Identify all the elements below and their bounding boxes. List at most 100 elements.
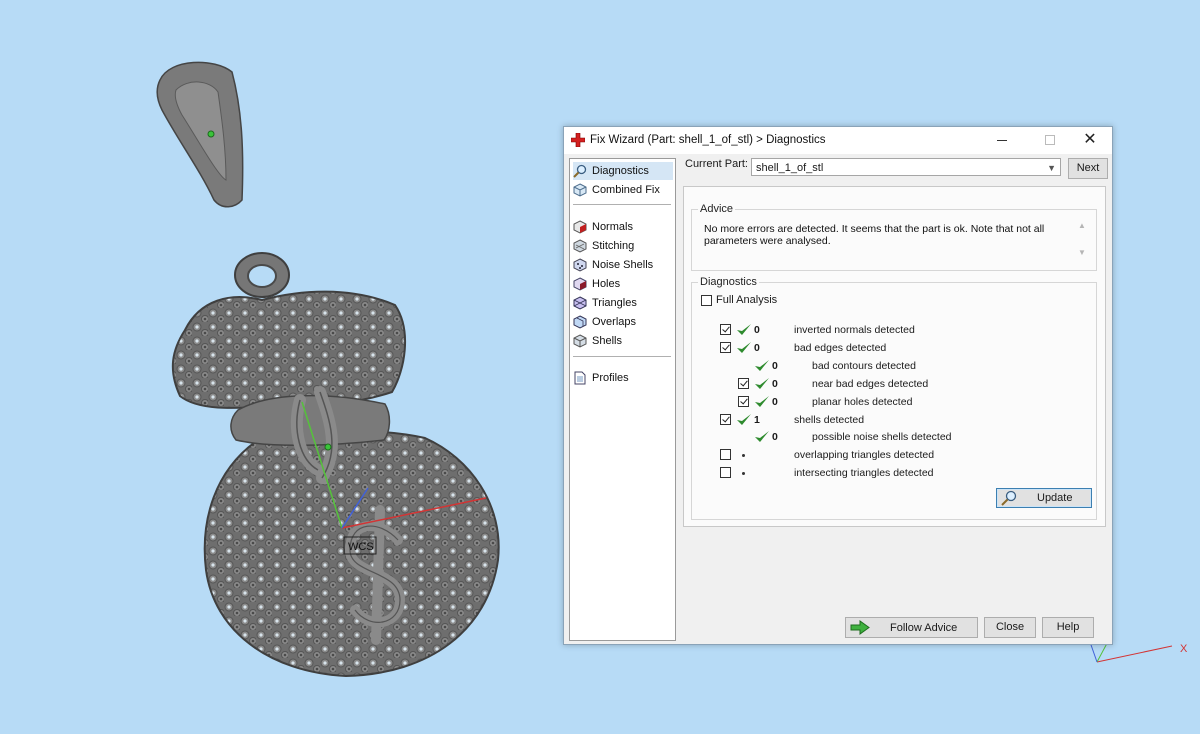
not-analysed-dot: [742, 472, 745, 476]
noise-shells-icon: [573, 258, 587, 272]
diagnostic-count: 1: [754, 413, 760, 426]
nav-item-overlaps[interactable]: Overlaps: [573, 313, 673, 331]
diagnostics-group: Diagnostics Full Analysis 0 inverted norm…: [691, 276, 1097, 520]
diagnostic-label: bad contours detected: [812, 359, 916, 372]
diagnostic-label: shells detected: [794, 413, 865, 426]
diagnostic-checkbox[interactable]: [720, 324, 731, 335]
bail-model[interactable]: [156, 61, 244, 208]
fix-wizard-dialog: Fix Wizard (Part: shell_1_of_stl) > Diag…: [563, 126, 1113, 645]
scroll-down-icon: ▼: [1078, 248, 1086, 257]
full-analysis-checkbox[interactable]: [701, 294, 712, 306]
green-check-icon: [737, 413, 751, 425]
dialog-title: Fix Wizard (Part: shell_1_of_stl) > Diag…: [590, 134, 826, 146]
nav-item-normals[interactable]: Normals: [573, 218, 673, 236]
nav-item-combined-fix[interactable]: Combined Fix: [573, 181, 673, 199]
holes-icon: [573, 277, 587, 291]
advice-textbox[interactable]: No more errors are detected. It seems th…: [696, 219, 1090, 264]
diagnostic-count: 0: [772, 431, 778, 444]
green-check-icon: [755, 359, 769, 371]
advice-scrollbar[interactable]: ▲ ▼: [1076, 221, 1088, 263]
diagnostic-checkbox[interactable]: [720, 341, 731, 353]
diagnostic-label: near bad edges detected: [812, 377, 929, 390]
diagnostic-label: intersecting triangles detected: [794, 467, 934, 480]
advice-title: Advice: [698, 203, 736, 215]
diagnostics-title: Diagnostics: [698, 276, 759, 288]
diagnostic-row: 0 inverted normals detected: [692, 322, 1092, 338]
green-check-icon: [755, 431, 769, 443]
follow-advice-label: Follow Advice: [890, 622, 958, 634]
diagnostic-count: 0: [754, 324, 760, 336]
diagnostic-count: 0: [772, 395, 778, 408]
wizard-nav: Diagnostics Combined Fix Normals Stitchi…: [569, 158, 676, 641]
close-button[interactable]: Close: [984, 617, 1036, 638]
nav-item-stitching[interactable]: Stitching: [573, 237, 673, 255]
current-part-value: shell_1_of_stl: [756, 162, 824, 174]
diagnostic-count: 0: [754, 341, 760, 354]
shells-icon: [573, 334, 587, 348]
close-window-button[interactable]: ✕: [1070, 130, 1110, 150]
document-icon: [574, 371, 586, 385]
nav-item-shells[interactable]: Shells: [573, 332, 673, 350]
diagnostic-row: 0 bad edges detected: [692, 340, 1092, 356]
nav-separator: [573, 356, 671, 357]
follow-advice-button[interactable]: Follow Advice: [845, 617, 978, 638]
diagnostic-label: inverted normals detected: [794, 324, 915, 336]
nav-item-diagnostics[interactable]: Diagnostics: [573, 162, 673, 180]
diagnostic-row: overlapping triangles detected: [692, 447, 1092, 463]
not-analysed-dot: [742, 454, 745, 458]
diagnostic-row: 0 possible noise shells detected: [692, 429, 1092, 445]
normals-cube-icon: [573, 220, 587, 234]
stitching-icon: [573, 239, 587, 253]
minimize-button[interactable]: [982, 130, 1022, 150]
wcs-label: WCS: [348, 541, 374, 553]
chevron-down-icon: ▼: [1047, 163, 1056, 173]
green-check-icon: [737, 324, 751, 335]
scroll-up-icon: ▲: [1078, 221, 1086, 230]
nav-item-noise-shells[interactable]: Noise Shells: [573, 256, 673, 274]
full-analysis-label: Full Analysis: [716, 294, 778, 306]
diagnostic-checkbox[interactable]: [738, 377, 749, 389]
diagnostics-panel: Advice No more errors are detected. It s…: [683, 186, 1106, 527]
diagnostic-checkbox[interactable]: [720, 449, 731, 461]
magnifier-icon: [1001, 490, 1017, 506]
cube-icon: [573, 183, 587, 197]
diagnostic-label: planar holes detected: [812, 395, 913, 408]
current-part-label: Current Part:: [685, 158, 748, 170]
next-button[interactable]: Next: [1068, 158, 1108, 179]
title-bar[interactable]: Fix Wizard (Part: shell_1_of_stl) > Diag…: [564, 127, 1112, 154]
green-check-icon: [737, 341, 751, 353]
nav-item-triangles[interactable]: Triangles: [573, 294, 673, 312]
green-check-icon: [755, 377, 769, 389]
advice-text: No more errors are detected. It seems th…: [704, 223, 1045, 247]
minimize-icon: [997, 139, 1007, 141]
current-part-dropdown[interactable]: shell_1_of_stl ▼: [751, 158, 1061, 176]
diagnostic-label: possible noise shells detected: [812, 431, 952, 444]
nav-item-profiles[interactable]: Profiles: [573, 369, 673, 387]
advice-group: Advice No more errors are detected. It s…: [691, 203, 1097, 271]
diagnostic-row: 0 near bad edges detected: [692, 376, 1092, 392]
nav-separator: [573, 204, 671, 205]
update-label: Update: [1037, 492, 1073, 504]
diagnostic-row: intersecting triangles detected: [692, 465, 1092, 481]
diagnostic-count: 0: [772, 377, 778, 390]
diagnostic-count: 0: [772, 359, 778, 372]
update-button[interactable]: Update: [996, 488, 1092, 508]
diagnostic-row: 1 shells detected: [692, 412, 1092, 428]
diagnostic-checkbox[interactable]: [720, 467, 731, 479]
triangles-icon: [573, 296, 587, 310]
green-arrow-icon: [850, 620, 870, 635]
nav-item-holes[interactable]: Holes: [573, 275, 673, 293]
maximize-button[interactable]: [1030, 130, 1070, 150]
diagnostic-label: bad edges detected: [794, 341, 887, 354]
diagnostic-checkbox[interactable]: [720, 413, 731, 425]
full-analysis-option[interactable]: Full Analysis: [701, 294, 777, 306]
diagnostic-row: 0 bad contours detected: [692, 358, 1092, 374]
green-check-icon: [755, 395, 769, 407]
magnifier-icon: [573, 164, 587, 178]
diagnostic-checkbox[interactable]: [738, 395, 749, 407]
red-cross-icon: [571, 133, 585, 147]
diagnostic-label: overlapping triangles detected: [794, 449, 935, 462]
help-button[interactable]: Help: [1042, 617, 1094, 638]
maximize-icon: [1045, 135, 1055, 146]
money-bag-model[interactable]: WCS: [171, 252, 500, 678]
